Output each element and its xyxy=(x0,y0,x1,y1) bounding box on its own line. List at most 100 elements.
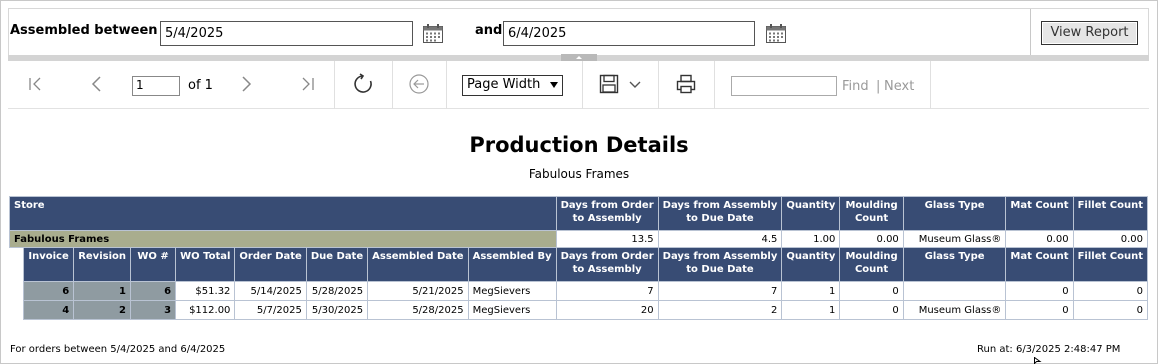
toolbar-separator xyxy=(714,61,715,109)
assembled-date-cell: 5/21/2025 xyxy=(367,281,469,301)
store-header: Store xyxy=(9,196,557,231)
calendar-icon[interactable] xyxy=(423,24,443,43)
page-number-input[interactable]: 1 xyxy=(132,76,180,96)
report-footer-run-at: Run at: 6/3/2025 2:48:47 PM xyxy=(977,344,1121,355)
due-date-cell: 5/30/2025 xyxy=(305,300,369,320)
print-icon[interactable] xyxy=(675,73,697,95)
glass-type: Museum Glass® xyxy=(902,230,1007,248)
indent-spacer xyxy=(9,281,24,301)
first-page-icon[interactable] xyxy=(26,73,48,95)
assembled-by-cell: MegSievers xyxy=(467,300,557,320)
param-divider xyxy=(1030,9,1031,56)
detail-header-row: Invoice Revision WO # WO Total Order Dat… xyxy=(9,247,1149,282)
invoice-header: Invoice xyxy=(22,247,75,282)
toolbar-separator xyxy=(392,61,393,109)
table-row: 6 1 6 $51.32 5/14/2025 5/28/2025 5/21/20… xyxy=(9,281,1149,301)
fillet-count-header: Fillet Count xyxy=(1072,196,1149,231)
find-input[interactable] xyxy=(731,76,837,96)
table-row: 4 2 3 $112.00 5/7/2025 5/30/2025 5/28/20… xyxy=(9,300,1149,320)
fillet-count: 0.00 xyxy=(1072,230,1149,248)
due-date-header: Due Date xyxy=(305,247,369,282)
previous-page-icon[interactable] xyxy=(86,73,108,95)
wo-number-header: WO # xyxy=(129,247,177,282)
back-icon[interactable] xyxy=(408,73,430,95)
last-page-icon[interactable] xyxy=(295,73,317,95)
toolbar-separator xyxy=(930,61,931,109)
indent-spacer xyxy=(9,247,24,282)
find-link[interactable]: Find xyxy=(842,79,869,94)
mat-count: 0.00 xyxy=(1005,230,1074,248)
and-label: and xyxy=(475,23,503,38)
moulding-count: 0.00 xyxy=(839,230,904,248)
wo-number-cell: 3 xyxy=(129,300,177,320)
wo-total-cell: $51.32 xyxy=(175,281,236,301)
assembled-by-header: Assembled By xyxy=(467,247,557,282)
quantity-cell: 1 xyxy=(781,281,841,301)
toolbar-separator xyxy=(582,61,583,109)
parameter-bar: Assembled between 5/4/2025 and 6/4/2025 … xyxy=(8,8,1149,58)
order-date-cell: 5/14/2025 xyxy=(234,281,307,301)
report-footer-date-range: For orders between 5/4/2025 and 6/4/2025 xyxy=(10,344,226,355)
order-date-cell: 5/7/2025 xyxy=(234,300,307,320)
mat-count-cell: 0 xyxy=(1005,300,1074,320)
refresh-icon[interactable] xyxy=(352,73,374,95)
days-order-to-assembly-header: Days from Order to Assembly xyxy=(555,247,659,282)
report-toolbar: 1 of 1 Page Width Find | Next xyxy=(8,61,1149,109)
report-title: Production Details xyxy=(469,133,689,157)
quantity-cell: 1 xyxy=(781,300,841,320)
days-order-to-assembly-cell: 7 xyxy=(555,281,659,301)
next-page-icon[interactable] xyxy=(235,73,257,95)
days-assembly-to-due-cell: 2 xyxy=(657,300,783,320)
zoom-select-value: Page Width xyxy=(467,77,541,92)
mat-count-header: Mat Count xyxy=(1005,247,1074,282)
page-count-label: of 1 xyxy=(188,78,213,93)
wo-total-header: WO Total xyxy=(175,247,236,282)
glass-type-cell xyxy=(902,281,1007,301)
save-icon[interactable] xyxy=(598,73,620,95)
start-date-input[interactable]: 5/4/2025 xyxy=(160,21,413,46)
moulding-count-header: Moulding Count xyxy=(839,196,904,231)
view-report-button[interactable]: View Report xyxy=(1041,21,1138,45)
days-assembly-to-due-cell: 7 xyxy=(657,281,783,301)
fillet-count-header: Fillet Count xyxy=(1072,247,1149,282)
assembled-date-header: Assembled Date xyxy=(367,247,469,282)
find-next-link[interactable]: Next xyxy=(884,79,914,94)
quantity: 1.00 xyxy=(781,230,841,248)
days-order-to-assembly-header: Days from Order to Assembly xyxy=(555,196,659,231)
collapse-parameters-handle[interactable] xyxy=(561,54,597,61)
chevron-down-icon xyxy=(550,82,558,88)
toolbar-separator xyxy=(334,61,335,109)
glass-type-header: Glass Type xyxy=(902,196,1007,231)
zoom-select[interactable]: Page Width xyxy=(462,75,563,96)
invoice-cell: 6 xyxy=(22,281,75,301)
production-details-table: Store Days from Order to Assembly Days fr… xyxy=(9,196,1149,320)
calendar-icon[interactable] xyxy=(766,24,786,43)
toolbar-separator xyxy=(658,61,659,109)
store-header-row: Store Days from Order to Assembly Days fr… xyxy=(9,196,1149,231)
assembled-between-label: Assembled between xyxy=(10,23,158,38)
mat-count-header: Mat Count xyxy=(1005,196,1074,231)
moulding-count-header: Moulding Count xyxy=(839,247,904,282)
days-assembly-to-due-header: Days from Assembly to Due Date xyxy=(657,247,783,282)
revision-cell: 1 xyxy=(73,281,131,301)
revision-cell: 2 xyxy=(73,300,131,320)
quantity-header: Quantity xyxy=(781,247,841,282)
store-name: Fabulous Frames xyxy=(9,230,557,248)
days-order-to-assembly: 13.5 xyxy=(555,230,659,248)
moulding-count-cell: 0 xyxy=(839,281,904,301)
quantity-header: Quantity xyxy=(781,196,841,231)
wo-total-cell: $112.00 xyxy=(175,300,236,320)
end-date-input[interactable]: 6/4/2025 xyxy=(503,21,755,46)
days-order-to-assembly-cell: 20 xyxy=(555,300,659,320)
chevron-down-icon[interactable] xyxy=(624,73,646,95)
indent-spacer xyxy=(9,300,24,320)
days-assembly-to-due-header: Days from Assembly to Due Date xyxy=(657,196,783,231)
assembled-by-cell: MegSievers xyxy=(467,281,557,301)
wo-number-cell: 6 xyxy=(129,281,177,301)
order-date-header: Order Date xyxy=(234,247,307,282)
toolbar-separator xyxy=(446,61,447,109)
mat-count-cell: 0 xyxy=(1005,281,1074,301)
due-date-cell: 5/28/2025 xyxy=(305,281,369,301)
store-summary-row: Fabulous Frames 13.5 4.5 1.00 0.00 Museu… xyxy=(9,230,1149,248)
fillet-count-cell: 0 xyxy=(1072,281,1149,301)
